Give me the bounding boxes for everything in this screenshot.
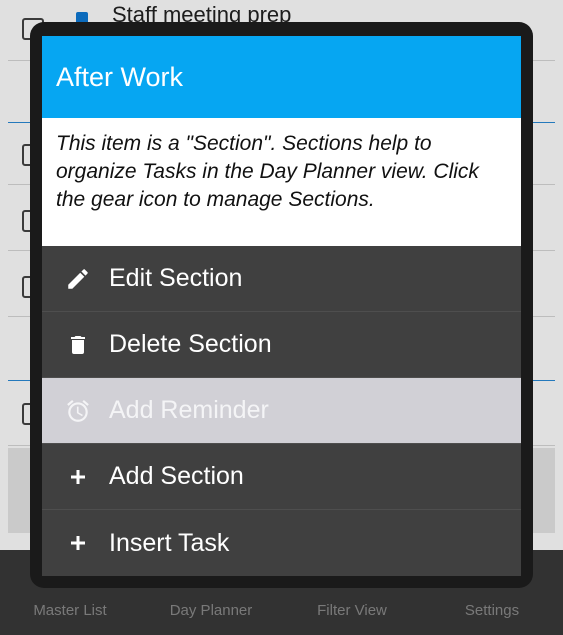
plus-icon <box>64 463 92 491</box>
alarm-clock-icon <box>64 397 92 425</box>
plus-icon <box>64 529 92 557</box>
menu-item-label: Insert Task <box>109 528 230 557</box>
dialog-title: After Work <box>42 36 521 118</box>
trash-icon <box>64 331 92 359</box>
dialog-description: This item is a "Section". Sections help … <box>42 118 521 246</box>
menu-item-label: Add Section <box>109 462 244 490</box>
section-options-dialog: After Work This item is a "Section". Sec… <box>30 22 533 588</box>
menu-item-label: Add Reminder <box>109 396 269 424</box>
delete-section-button[interactable]: Delete Section <box>42 312 521 378</box>
add-reminder-button[interactable]: Add Reminder <box>42 378 521 444</box>
insert-task-button[interactable]: Insert Task <box>42 510 521 576</box>
menu-item-label: Edit Section <box>109 264 243 292</box>
add-section-button[interactable]: Add Section <box>42 444 521 510</box>
menu-item-label: Delete Section <box>109 330 272 358</box>
edit-section-button[interactable]: Edit Section <box>42 246 521 312</box>
pencil-icon <box>64 265 92 293</box>
